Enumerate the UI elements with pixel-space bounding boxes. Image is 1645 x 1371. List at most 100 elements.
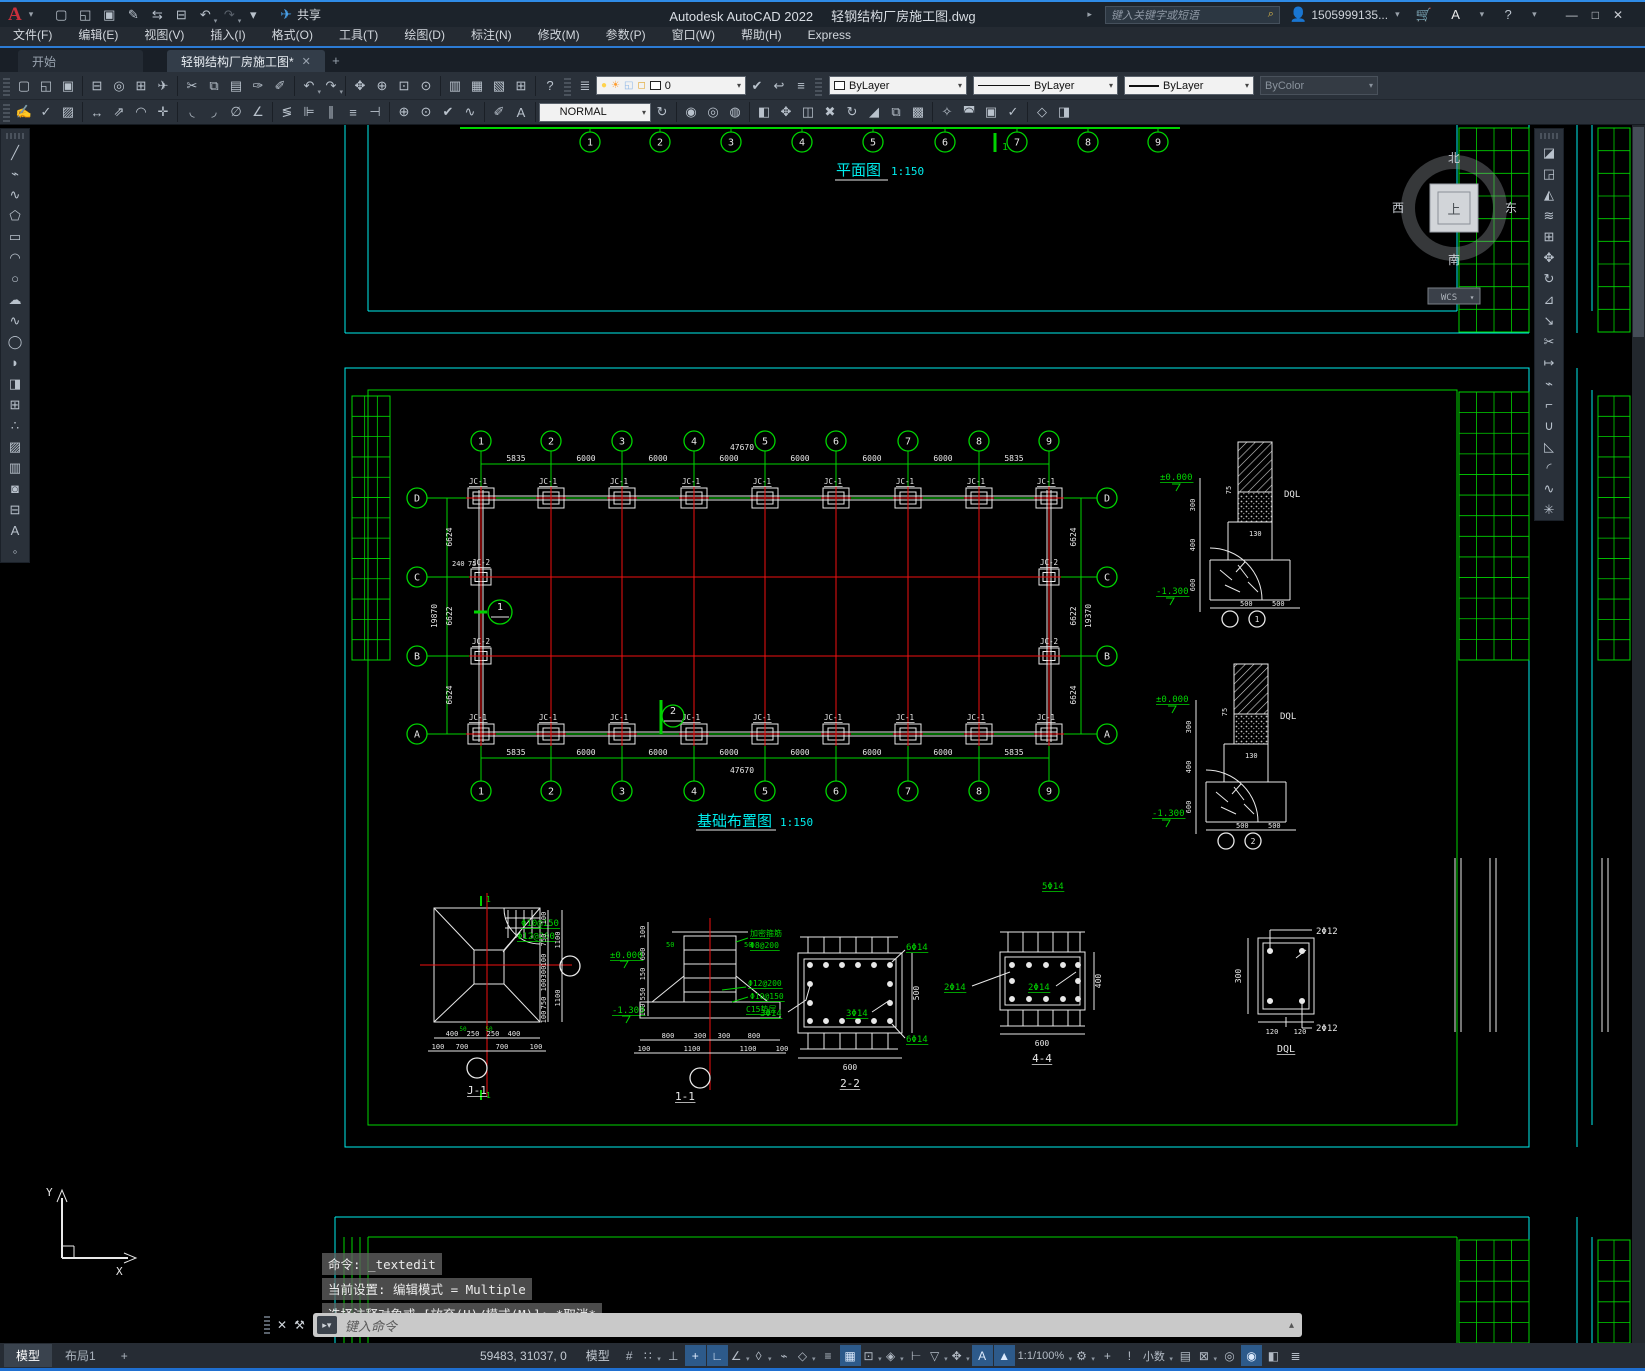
maximize-button[interactable]: □: [1592, 8, 1599, 22]
menu-draw[interactable]: 绘图(D): [391, 26, 458, 47]
osnap-3d-toggle[interactable]: ◈: [884, 1345, 905, 1366]
dim-arclength-icon[interactable]: ◠: [130, 101, 152, 123]
plot-button[interactable]: ⊟: [170, 4, 192, 26]
account-menu[interactable]: 👤 1505999135... ▾: [1290, 6, 1403, 23]
isolate-objects-button[interactable]: ◎: [1219, 1345, 1240, 1366]
command-expand-icon[interactable]: ▴: [1289, 1320, 1294, 1331]
layer-on-icon[interactable]: ●: [601, 80, 607, 91]
stretch-icon[interactable]: ↘: [1538, 310, 1560, 331]
etransmit-icon[interactable]: ✈: [152, 75, 174, 97]
dim-jogged-icon[interactable]: ◞: [203, 101, 225, 123]
zoom-window-icon[interactable]: ⊡: [393, 75, 415, 97]
autocad-logo-icon[interactable]: A: [0, 4, 26, 26]
search-icon[interactable]: ⌕: [1268, 8, 1274, 21]
toolpalettes-icon[interactable]: ▧: [488, 75, 510, 97]
command-bar-grip[interactable]: [264, 1316, 270, 1334]
solid-subtract-icon[interactable]: ◎: [702, 101, 724, 123]
ellipse-arc-icon[interactable]: ◗: [4, 352, 26, 373]
cut-icon[interactable]: ✂: [181, 75, 203, 97]
break-icon[interactable]: ⌐: [1538, 394, 1560, 415]
color-face-icon[interactable]: ▩: [907, 101, 929, 123]
menu-file[interactable]: 文件(F): [0, 26, 65, 47]
layer-make-current-icon[interactable]: ✔: [746, 75, 768, 97]
ellipse-icon[interactable]: ◯: [4, 331, 26, 352]
annotation-add-scales-toggle[interactable]: +: [1097, 1345, 1118, 1366]
scale-icon[interactable]: ⊿: [1538, 289, 1560, 310]
gizmo-toggle[interactable]: ✥: [950, 1345, 971, 1366]
search-expand-icon[interactable]: ▸: [1087, 9, 1092, 20]
mtext-icon[interactable]: A: [4, 520, 26, 541]
break-at-point-icon[interactable]: ⌁: [1538, 373, 1560, 394]
xline-icon[interactable]: ⌁: [4, 163, 26, 184]
gradient-icon[interactable]: ▥: [4, 457, 26, 478]
dim-ordinate-icon[interactable]: ✛: [152, 101, 174, 123]
matchprop-icon[interactable]: ✑: [247, 75, 269, 97]
qnew-icon[interactable]: ▢: [13, 75, 35, 97]
dynamic-input-toggle[interactable]: +: [684, 1345, 706, 1366]
text-edit-icon[interactable]: ✍: [13, 101, 35, 123]
insert-block-icon[interactable]: ◨: [4, 373, 26, 394]
command-customize-icon[interactable]: ⚒: [294, 1318, 305, 1332]
snap-toggle[interactable]: ∷: [641, 1345, 662, 1366]
table-icon[interactable]: ⊟: [4, 499, 26, 520]
dim-textedit-icon[interactable]: A: [510, 101, 532, 123]
dim-edit-icon[interactable]: ✐: [488, 101, 510, 123]
plot-preview-icon[interactable]: ◎: [108, 75, 130, 97]
redo-icon[interactable]: ↷: [320, 75, 343, 97]
menu-parametric[interactable]: 参数(P): [593, 26, 659, 47]
dim-angular-icon[interactable]: ∠: [247, 101, 269, 123]
dim-jogline-icon[interactable]: ∿: [459, 101, 481, 123]
zoom-realtime-icon[interactable]: ⊕: [371, 75, 393, 97]
menu-help[interactable]: 帮助(H): [728, 26, 795, 47]
transparency-toggle[interactable]: ▦: [839, 1345, 861, 1366]
linetype-combo[interactable]: ByLayer ▾: [973, 76, 1118, 95]
dim-aligned-icon[interactable]: ⇗: [108, 101, 130, 123]
rectangle-icon[interactable]: ▭: [4, 226, 26, 247]
workspace-switch-button[interactable]: ⚙: [1074, 1345, 1096, 1366]
toolbar-grip[interactable]: [3, 75, 10, 96]
minimize-button[interactable]: —: [1566, 8, 1578, 22]
qdim-icon[interactable]: ≶: [276, 101, 298, 123]
delete-face-icon[interactable]: ✖: [819, 101, 841, 123]
extend-icon[interactable]: ↦: [1538, 352, 1560, 373]
open-button[interactable]: ◱: [74, 4, 96, 26]
close-tab-icon[interactable]: ✕: [302, 55, 311, 68]
convert-surface-icon[interactable]: ◨: [1053, 101, 1075, 123]
help-icon[interactable]: ?: [539, 75, 561, 97]
grid-toggle[interactable]: #: [619, 1345, 640, 1366]
layer-combo[interactable]: ● ☀ ◱ ◻ 0 ▾: [596, 76, 746, 95]
save-icon[interactable]: ▣: [57, 75, 79, 97]
saveas-button[interactable]: ✎: [122, 4, 144, 26]
menu-modify[interactable]: 修改(M): [525, 26, 593, 47]
anno-update-icon[interactable]: ✐: [269, 75, 291, 97]
new-layout-tab[interactable]: +: [109, 1346, 140, 1366]
save-web-mobile-button[interactable]: ⇆: [146, 4, 168, 26]
trim-icon[interactable]: ✂: [1538, 331, 1560, 352]
point-style-icon[interactable]: ◦: [4, 541, 26, 562]
clean-screen-toggle[interactable]: ◧: [1263, 1345, 1284, 1366]
layer-states-icon[interactable]: ≡: [790, 75, 812, 97]
toolbar-grip[interactable]: [1540, 133, 1558, 139]
designcenter-icon[interactable]: ▦: [466, 75, 488, 97]
annotation-scale-button[interactable]: 1:1/100%: [1016, 1345, 1073, 1366]
line-icon[interactable]: ╱: [4, 142, 26, 163]
layer-thaw-icon[interactable]: ☀: [611, 80, 620, 91]
blend-icon[interactable]: ∿: [1538, 478, 1560, 499]
polyline-icon[interactable]: ∿: [4, 184, 26, 205]
dim-radius-icon[interactable]: ◟: [181, 101, 203, 123]
copy-icon[interactable]: ⧉: [203, 75, 225, 97]
clean-icon[interactable]: ✓: [1002, 101, 1024, 123]
join-icon[interactable]: ∪: [1538, 415, 1560, 436]
help-menu-icon[interactable]: ?: [1497, 4, 1519, 26]
offset-face-icon[interactable]: ◫: [797, 101, 819, 123]
wcs-button[interactable]: [1428, 288, 1480, 304]
shell-icon[interactable]: ▣: [980, 101, 1002, 123]
infer-constraints-toggle[interactable]: ⊥: [663, 1345, 684, 1366]
autodesk-a-icon[interactable]: A: [1445, 4, 1467, 26]
qat-customize-button[interactable]: ▾: [242, 4, 264, 26]
pan-icon[interactable]: ✥: [349, 75, 371, 97]
dim-baseline-icon[interactable]: ⊫: [298, 101, 320, 123]
start-tab[interactable]: 开始: [18, 50, 143, 72]
command-close-icon[interactable]: ✕: [277, 1318, 287, 1332]
dimstyle-combo[interactable]: NORMAL ▾: [539, 102, 651, 122]
